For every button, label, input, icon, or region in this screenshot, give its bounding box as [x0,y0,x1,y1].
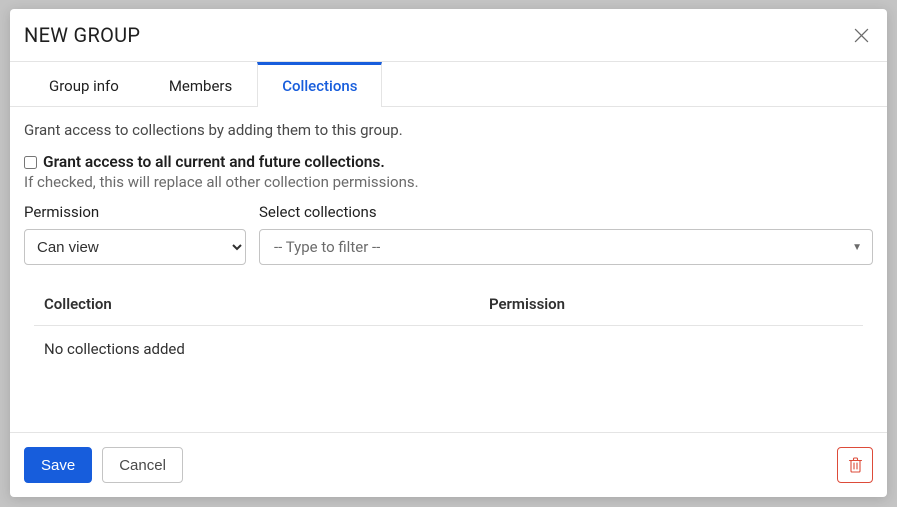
modal-title: NEW GROUP [24,23,140,47]
permission-label: Permission [24,203,246,221]
save-button[interactable]: Save [24,447,92,483]
modal-footer: Save Cancel [10,432,887,497]
select-collections-input[interactable]: -- Type to filter -- ▼ [259,229,873,265]
permission-select[interactable]: Can view [24,229,246,265]
tab-bar: Group info Members Collections [10,62,887,107]
intro-text: Grant access to collections by adding th… [24,121,873,139]
tab-collections[interactable]: Collections [257,62,382,107]
modal-body: Grant access to collections by adding th… [10,107,887,432]
grant-all-checkbox[interactable] [24,156,37,169]
table-header: Collection Permission [34,285,863,326]
modal-header: NEW GROUP [10,9,887,62]
grant-all-label: Grant access to all current and future c… [43,153,385,171]
select-collections-field: Select collections -- Type to filter -- … [259,203,873,265]
new-group-modal: NEW GROUP Group info Members Collections… [10,9,887,497]
close-icon [854,28,869,43]
column-collection: Collection [44,295,489,313]
grant-all-help: If checked, this will replace all other … [24,173,873,191]
column-permission: Permission [489,295,853,313]
table-empty-state: No collections added [34,326,863,372]
cancel-button[interactable]: Cancel [102,447,183,483]
select-collections-label: Select collections [259,203,873,221]
collections-table: Collection Permission No collections add… [24,285,873,372]
trash-icon [848,457,863,473]
form-row: Permission Can view Select collections -… [24,203,873,265]
chevron-down-icon: ▼ [852,242,862,253]
delete-button[interactable] [837,447,873,483]
tab-group-info[interactable]: Group info [24,62,144,107]
select-collections-placeholder: -- Type to filter -- [274,238,380,256]
close-button[interactable] [849,23,873,47]
tab-members[interactable]: Members [144,62,257,107]
grant-all-row[interactable]: Grant access to all current and future c… [24,153,873,171]
permission-field: Permission Can view [24,203,246,265]
